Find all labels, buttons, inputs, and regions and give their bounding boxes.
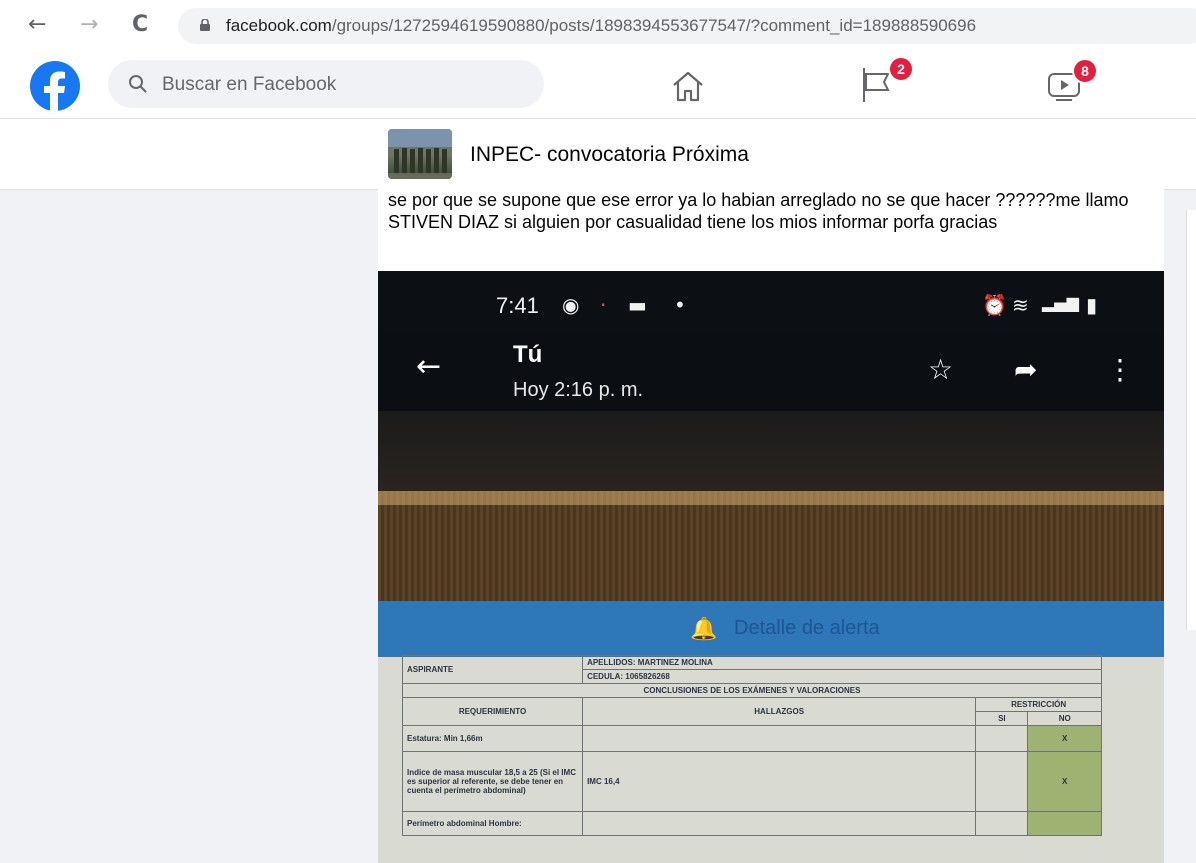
row-req: Perímetro abdominal Hombre: (401, 811, 584, 836)
document-area: ASPIRANTE APELLIDOS: MARTINEZ MOLINA CED… (378, 655, 1164, 863)
search-box[interactable]: Buscar en Facebook (108, 60, 544, 108)
lock-icon (200, 19, 210, 31)
group-header: INPEC- convocatoria Próxima (0, 119, 1196, 190)
signal-icon: ▂▄▆ (1042, 293, 1079, 312)
row-si (975, 725, 1029, 752)
photo-dark-area (378, 411, 1164, 491)
notification-dot-icon: · (600, 293, 607, 317)
row-no (1027, 811, 1102, 836)
notification-badge: 2 (888, 56, 914, 82)
exam-table: ASPIRANTE APELLIDOS: MARTINEZ MOLINA CED… (401, 655, 1102, 836)
photo-wood-edge (378, 491, 1164, 505)
row-req: Indice de masa muscular 18,5 a 25 (Si el… (401, 751, 584, 812)
col-no: NO (1027, 711, 1102, 726)
status-time: 7:41 (496, 293, 539, 318)
groups-flag-button[interactable]: 2 (858, 56, 914, 106)
watch-badge: 8 (1072, 58, 1098, 84)
post-photo[interactable]: 7:41 ◉ · ▬ • ⏰ ≋ ▂▄▆ ▮ ← Tú Hoy 2:16 p. … (378, 271, 1164, 863)
aspirante-label: ASPIRANTE (401, 655, 584, 684)
address-bar[interactable]: facebook.com/groups/1272594619590880/pos… (178, 8, 1196, 44)
phone-back-icon: ← (416, 349, 442, 384)
post-text: se por que se supone que ese error ya lo… (388, 190, 1129, 232)
facebook-header: Buscar en Facebook 2 8 (0, 52, 1196, 119)
row-si (975, 751, 1029, 812)
messenger-icon: ◉ (562, 293, 580, 317)
alert-banner: 🔔 Detalle de alerta (378, 601, 1164, 657)
group-avatar[interactable] (388, 129, 452, 179)
row-no: X (1027, 751, 1102, 812)
col-restriccion: RESTRICCIÓN (975, 697, 1102, 712)
url-domain: facebook.com (226, 16, 332, 35)
col-hallazgos: HALLAZGOS (582, 697, 977, 726)
row-hallazgo (582, 725, 977, 752)
battery-icon: ▮ (1086, 293, 1098, 317)
alert-banner-text: Detalle de alerta (734, 617, 880, 639)
col-requerimiento: REQUERIMIENTO (401, 697, 584, 726)
browser-toolbar: ← → C facebook.com/groups/12725946195908… (0, 0, 1196, 52)
row-hallazgo: IMC 16,4 (582, 751, 977, 812)
share-icon: ➦ (1014, 353, 1038, 386)
group-name[interactable]: INPEC- convocatoria Próxima (470, 143, 749, 167)
col-si: SI (975, 711, 1029, 726)
url-path: /groups/1272594619590880/posts/189839455… (331, 16, 977, 35)
row-req: Estatura: Min 1,66m (401, 725, 584, 752)
phone-status-bar: 7:41 ◉ · ▬ • ⏰ ≋ ▂▄▆ ▮ (378, 271, 1164, 331)
conclusiones-cell: CONCLUSIONES DE LOS EXÁMENES Y VALORACIO… (402, 683, 1102, 698)
post-card: se por que se supone que ese error ya lo… (378, 189, 1164, 863)
wifi-icon: ≋ (1012, 293, 1029, 317)
facebook-logo-icon[interactable] (30, 61, 80, 111)
phone-chat-header: ← Tú Hoy 2:16 p. m. ☆ ➦ ⋮ (378, 331, 1164, 411)
bell-icon: 🔔 (690, 617, 718, 642)
dot-icon: • (674, 293, 686, 317)
reload-icon[interactable]: C (132, 12, 148, 37)
watch-button[interactable]: 8 (1044, 58, 1098, 108)
url-text: facebook.com/groups/1272594619590880/pos… (226, 16, 976, 36)
row-hallazgo (582, 811, 977, 836)
more-vert-icon: ⋮ (1106, 353, 1134, 386)
chat-icon: ▬ (628, 293, 647, 317)
forward-arrow-icon[interactable]: → (80, 12, 98, 37)
contact-name: Tú (513, 341, 543, 368)
alarm-icon: ⏰ (982, 293, 1007, 317)
exam-document: ASPIRANTE APELLIDOS: MARTINEZ MOLINA CED… (401, 655, 1102, 836)
photo-wood-texture (378, 491, 1164, 601)
search-icon (129, 75, 147, 93)
right-panel-edge (1186, 210, 1196, 630)
back-arrow-icon[interactable]: ← (28, 12, 46, 37)
apellidos-cell: APELLIDOS: MARTINEZ MOLINA (582, 655, 1102, 670)
cedula-cell: CEDULA: 1065826268 (582, 669, 1102, 684)
message-timestamp: Hoy 2:16 p. m. (513, 379, 644, 401)
home-icon[interactable] (668, 66, 708, 106)
search-input[interactable]: Buscar en Facebook (162, 74, 336, 96)
row-no: X (1027, 725, 1102, 752)
row-si (975, 811, 1029, 836)
star-icon: ☆ (928, 353, 954, 386)
